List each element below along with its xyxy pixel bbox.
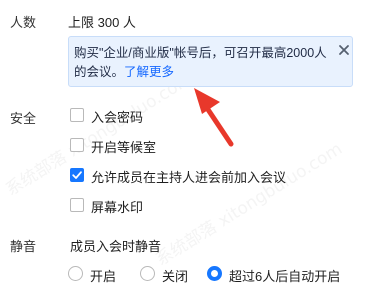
mute-label: 静音 bbox=[10, 239, 37, 254]
mute-auto-label: 超过6人后自动开启 bbox=[229, 269, 341, 284]
security-label: 安全 bbox=[10, 111, 37, 126]
learn-more-link[interactable]: 了解更多 bbox=[124, 65, 174, 79]
password-option-label: 入会密码 bbox=[91, 110, 144, 125]
watermark-text: 系统部落 xitongbuluo.com bbox=[152, 138, 346, 271]
password-checkbox[interactable] bbox=[70, 108, 84, 122]
waiting-room-option-label: 开启等候室 bbox=[91, 140, 157, 155]
tip-message: 购买"企业/商业版"帐号后，可召开最高2000人的会议。了解更多 bbox=[74, 44, 336, 82]
annotation-arrow-icon bbox=[194, 88, 234, 147]
waiting-room-checkbox[interactable] bbox=[70, 138, 84, 152]
waiting-room-option[interactable] bbox=[70, 138, 84, 152]
join-before-host-option[interactable] bbox=[70, 168, 84, 182]
close-icon[interactable] bbox=[337, 43, 351, 57]
mute-description: 成员入会时静音 bbox=[70, 239, 162, 254]
screen-watermark-option-label: 屏幕水印 bbox=[91, 200, 144, 215]
mute-on-label: 开启 bbox=[90, 269, 117, 284]
screen-watermark-checkbox[interactable] bbox=[70, 198, 84, 212]
participants-label: 人数 bbox=[10, 15, 37, 30]
join-before-host-checkbox[interactable] bbox=[70, 168, 84, 182]
screen-watermark-option[interactable] bbox=[70, 198, 84, 212]
upgrade-tip: 购买"企业/商业版"帐号后，可召开最高2000人的会议。了解更多 bbox=[68, 36, 353, 87]
mute-off-label: 关闭 bbox=[162, 269, 189, 284]
join-before-host-option-label: 允许成员在主持人进会前加入会议 bbox=[91, 170, 287, 185]
password-option[interactable] bbox=[70, 108, 84, 122]
participants-value: 上限 300 人 bbox=[68, 15, 136, 30]
tip-text: 购买"企业/商业版"帐号后，可召开最高2000人的会议。 bbox=[74, 46, 327, 79]
check-icon bbox=[72, 171, 82, 179]
